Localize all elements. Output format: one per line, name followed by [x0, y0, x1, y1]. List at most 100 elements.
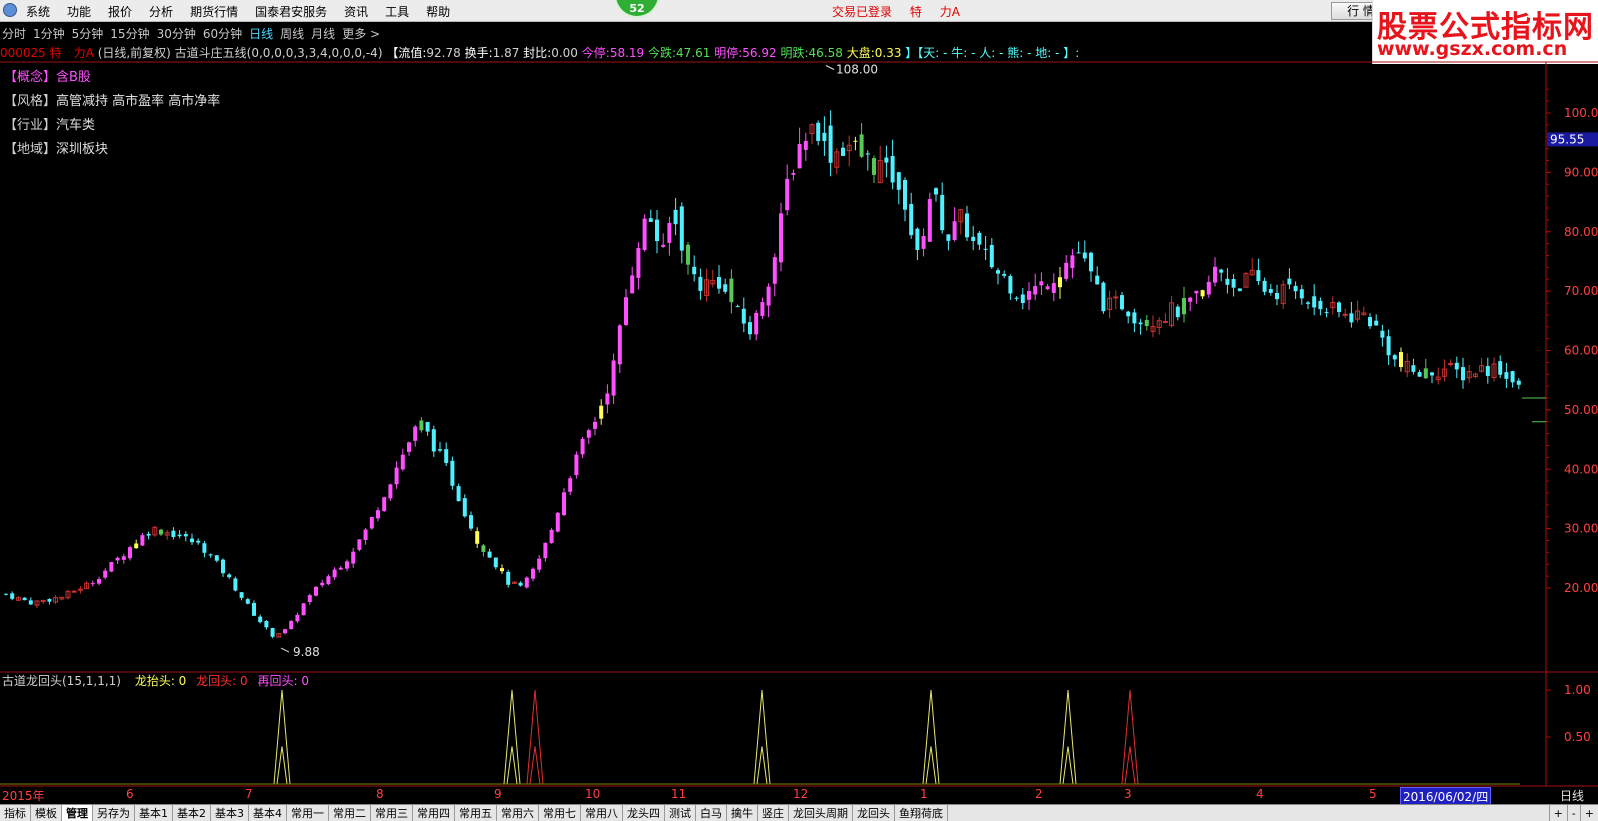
candle-body [109, 561, 114, 572]
tab-indicator[interactable]: 指标 [0, 805, 31, 821]
candle-body [735, 306, 740, 308]
candle-body [698, 276, 703, 291]
candle-body [202, 543, 207, 553]
tab-white-horse[interactable]: 白马 [696, 805, 727, 821]
candle-body [90, 583, 95, 585]
candle-body [431, 429, 436, 452]
tab-test[interactable]: 测试 [665, 805, 696, 821]
tab-basic2[interactable]: 基本2 [173, 805, 211, 821]
candle-body [1392, 355, 1397, 360]
candle-body [338, 567, 343, 570]
tab-common7[interactable]: 常用七 [539, 805, 581, 821]
tab-template[interactable]: 模板 [31, 805, 62, 821]
candle-body [655, 219, 659, 242]
candle-body [1430, 372, 1434, 376]
candle-body [965, 213, 969, 238]
tab-common2[interactable]: 常用二 [329, 805, 371, 821]
x-tick: 6 [126, 787, 134, 801]
tab-basic1[interactable]: 基本1 [135, 805, 173, 821]
candle-body [679, 206, 684, 251]
signal-spike [922, 689, 940, 785]
candle-body [983, 248, 988, 250]
candle-body [1039, 281, 1044, 286]
candle-body [1144, 320, 1149, 327]
x-tick: 12 [793, 787, 809, 801]
candle-body [1374, 320, 1379, 326]
tab-common5[interactable]: 常用五 [455, 805, 497, 821]
candle-body [363, 529, 368, 540]
candle-body [1089, 252, 1093, 272]
tab-common6[interactable]: 常用六 [497, 805, 539, 821]
candle-body [270, 628, 275, 637]
tab-dragon-return-cycle[interactable]: 龙回头周期 [789, 805, 853, 821]
candle-body [822, 132, 827, 142]
candle-body [977, 232, 982, 245]
candle-body [890, 155, 895, 183]
candle-body [22, 597, 27, 601]
tab-common1[interactable]: 常用一 [287, 805, 329, 821]
candle-body [1237, 288, 1242, 292]
tab-add-button[interactable]: + [1548, 805, 1567, 821]
candle-body [791, 172, 796, 175]
label-long-tai-tou: 龙抬头: 0 [134, 674, 187, 688]
candle-body [1516, 380, 1521, 385]
tab-dragon-head4[interactable]: 龙头四 [623, 805, 665, 821]
candle-body [1386, 336, 1391, 356]
y-tick-label: 90.00 [1564, 165, 1598, 179]
signal-spike [1059, 689, 1077, 785]
y-tick-label: 80.00 [1564, 225, 1598, 239]
candle-body [543, 542, 548, 559]
tab-basic3[interactable]: 基本3 [211, 805, 249, 821]
candle-body [1299, 289, 1304, 299]
candle-body [723, 284, 728, 292]
candle-body [1225, 278, 1230, 285]
candle-body [283, 629, 287, 634]
price-chart[interactable]: 100.0 90.00 80.00 70.00 60.00 50.00 40.00 30.00… [0, 0, 1598, 821]
candle-body [190, 538, 194, 543]
candle-body [667, 222, 672, 243]
y-tick-label: 60.00 [1564, 344, 1598, 358]
tab-remove-button[interactable]: - [1566, 805, 1580, 821]
candle-body [1014, 297, 1019, 299]
x-tick: 5 [1369, 787, 1377, 801]
candle-body [729, 278, 734, 303]
candle-body [1113, 296, 1119, 299]
candle-body [357, 539, 362, 550]
candle-body [1002, 274, 1007, 276]
tab-fish-lotus[interactable]: 鱼翔荷底 [895, 805, 948, 821]
sub-indicator-name: 古道龙回头(15,1,1,1) [2, 674, 121, 688]
candle-body [611, 360, 616, 396]
candle-body [1200, 290, 1205, 297]
low-price-label: 9.88 [293, 645, 320, 659]
candle-body [1448, 363, 1454, 366]
candle-body [456, 486, 461, 502]
tab-common8[interactable]: 常用八 [581, 805, 623, 821]
candle-body [1342, 313, 1348, 316]
candle-body [1194, 290, 1199, 294]
tab-dragon-return[interactable]: 龙回头 [853, 805, 895, 821]
candle-body [574, 454, 579, 476]
tab-basic4[interactable]: 基本4 [249, 805, 287, 821]
candle-body [10, 593, 15, 599]
tab-vertical-dealer[interactable]: 竖庄 [758, 805, 789, 821]
candle-body [636, 247, 641, 278]
candle-body [927, 199, 932, 242]
candle-body [865, 153, 870, 155]
tab-common4[interactable]: 常用四 [413, 805, 455, 821]
candle-body [1132, 312, 1137, 324]
candle-body [252, 603, 256, 616]
candle-body [214, 555, 219, 561]
candle-body [1076, 252, 1081, 254]
candle-body [816, 122, 821, 141]
x-tick: 8 [376, 787, 384, 801]
tab-save-as[interactable]: 另存为 [93, 805, 135, 821]
x-tick: 10 [585, 787, 601, 801]
tab-zoom-button[interactable]: + [1579, 805, 1598, 821]
tab-manage[interactable]: 管理 [62, 805, 93, 821]
candle-body [425, 422, 430, 432]
candle-body [382, 497, 387, 512]
tab-common3[interactable]: 常用三 [371, 805, 413, 821]
tab-catch-bull[interactable]: 擒牛 [727, 805, 758, 821]
formula-tab-bar: 指标 模板 管理 另存为 基本1 基本2 基本3 基本4 常用一 常用二 常用三… [0, 804, 1598, 821]
x-tick: 1 [920, 787, 928, 801]
